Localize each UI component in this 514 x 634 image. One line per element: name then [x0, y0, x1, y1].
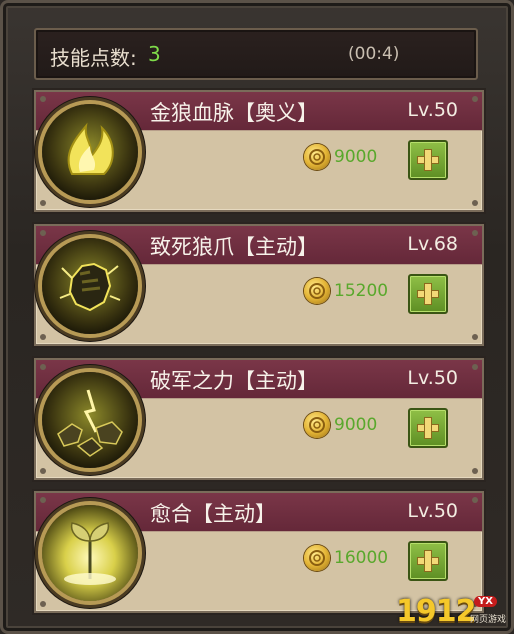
- upgrade-cost: 9000: [334, 147, 378, 167]
- upgrade-cost: 15200: [334, 281, 389, 301]
- skill-level: Lv.68: [407, 233, 458, 255]
- skill-points-header: 技能点数: 3 (00:4): [34, 28, 478, 80]
- skill-name: 破军之力【主动】: [150, 369, 318, 393]
- watermark-brand: 1912: [396, 594, 476, 629]
- skill-level: Lv.50: [407, 500, 458, 522]
- watermark-tag: YX: [474, 596, 497, 607]
- skill-name: 致死狼爪【主动】: [150, 235, 318, 259]
- skill-points-label: 技能点数:: [50, 46, 137, 70]
- upgrade-cost: 9000: [334, 415, 378, 435]
- upgrade-plus-button[interactable]: [408, 140, 448, 180]
- upgrade-plus-button[interactable]: [408, 408, 448, 448]
- skill-name: 金狼血脉【奥义】: [150, 101, 318, 125]
- gold-coin-icon: [304, 278, 330, 304]
- clenched-fist-icon[interactable]: [42, 238, 138, 334]
- golden-flame-icon[interactable]: [42, 104, 138, 200]
- skill-level: Lv.50: [407, 99, 458, 121]
- upgrade-plus-button[interactable]: [408, 541, 448, 581]
- skill-points-value: 3: [148, 42, 161, 66]
- gold-coin-icon: [304, 412, 330, 438]
- skill-name: 愈合【主动】: [150, 502, 276, 526]
- upgrade-plus-button[interactable]: [408, 274, 448, 314]
- skill-card: 破军之力【主动】 Lv.50 9000: [34, 358, 484, 480]
- skill-card: 金狼血脉【奥义】 Lv.50 9000: [34, 90, 484, 212]
- skill-level: Lv.50: [407, 367, 458, 389]
- skill-card: 致死狼爪【主动】 Lv.68 15200: [34, 224, 484, 346]
- shattered-rock-icon[interactable]: [42, 372, 138, 468]
- watermark-subtitle: 网页游戏: [470, 615, 507, 625]
- gold-coin-icon: [304, 144, 330, 170]
- site-watermark-logo: 1912 YX 网页游戏: [396, 594, 508, 630]
- gold-coin-icon: [304, 545, 330, 571]
- healing-leaf-icon[interactable]: [42, 505, 138, 601]
- refresh-timer: (00:4): [348, 44, 400, 64]
- upgrade-cost: 16000: [334, 548, 389, 568]
